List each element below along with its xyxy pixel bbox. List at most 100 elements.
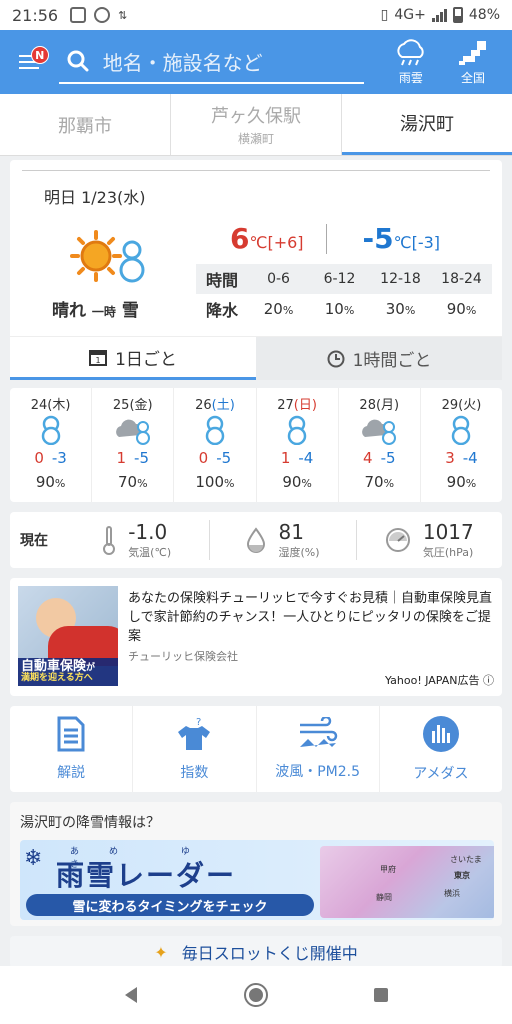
temperature-row: 6℃[+6] -5℃[-3]	[230, 222, 480, 255]
day-temps: 3 -4	[445, 449, 478, 467]
network-type: 4G+	[394, 7, 426, 23]
current-humidity: 81 湿度(%)	[210, 520, 357, 560]
snowman-icon	[285, 413, 309, 447]
day-forecast[interactable]: 28(月) 4 -5 70%	[339, 388, 421, 502]
period-cell: 0-6	[267, 271, 290, 287]
ad-banner[interactable]: 自動車保険が 満期を迎える方へ あなたの保険料チューリッヒで今すぐお見積｜自動車…	[10, 578, 502, 696]
period-cell: 6-12	[323, 271, 356, 287]
search-placeholder: 地名・施設名など	[102, 50, 263, 75]
menu-label: アメダス	[413, 766, 469, 782]
view-toggle: 1 1日ごと 1時間ごと	[10, 336, 502, 380]
radar-map-image: さいたま 東京 横浜 甲府 静岡	[320, 846, 494, 918]
tab-hourly[interactable]: 1時間ごと	[256, 337, 502, 380]
banner-furigana: あめ ゆき	[70, 847, 220, 870]
day-forecast[interactable]: 25(金) 1 -5 70%	[92, 388, 175, 502]
back-icon[interactable]	[121, 985, 141, 1005]
tab-daily-label: 1日ごと	[115, 349, 177, 370]
snowman-icon	[203, 413, 227, 447]
banner-subtitle: 雪に変わるタイミングをチェック	[26, 894, 314, 916]
ad-image[interactable]: 自動車保険が 満期を迎える方へ	[18, 586, 118, 686]
banner-title: あめ ゆき 雨雪レーダー	[56, 847, 236, 894]
day-temps: 4 -5	[363, 449, 396, 467]
day-temps: 0 -3	[34, 449, 67, 467]
temp-unit: ℃	[249, 233, 268, 252]
location-tab-ashigakubo[interactable]: 芦ヶ久保駅 横瀬町	[171, 94, 342, 155]
svg-text:1: 1	[96, 356, 101, 365]
tomorrow-forecast-card: 明日 1/23(水) 晴れ 一時 雪 6℃[+6] -5℃[-3] 時間 0-6…	[10, 160, 502, 380]
pressure-unit-label: 気圧(hPa)	[422, 546, 474, 559]
day-low: -4	[298, 449, 314, 467]
search-input[interactable]: 地名・施設名など	[58, 40, 364, 84]
water-drop-icon	[247, 527, 266, 553]
shirt-icon: ?	[178, 717, 211, 750]
location-tab-naha[interactable]: 那覇市	[0, 94, 171, 155]
system-nav-bar	[0, 966, 512, 1024]
snowflake-icon: ❄	[24, 846, 43, 871]
day-high: 3	[445, 449, 455, 467]
menu-wave-wind[interactable]: 波風・PM2.5	[257, 706, 380, 792]
shield-icon	[94, 7, 111, 23]
day-forecast[interactable]: 27(日) 1 -4 90%	[257, 388, 339, 502]
status-bar: 21:56 ⇅ ▯ 4G+ 48%	[0, 0, 512, 30]
weekly-forecast: 24(木) 0 -3 90% 25(金) 1 -5 70% 26(土) 0 -5 100% 27(日) 1…	[10, 388, 502, 502]
recents-icon[interactable]	[371, 985, 391, 1005]
day-date: 24(木)	[30, 398, 71, 413]
precip-cell: 20%	[263, 300, 294, 318]
day-precip: 70%	[364, 473, 395, 491]
location-tabs: 那覇市 芦ヶ久保駅 横瀬町 湯沢町	[0, 94, 512, 156]
menu-label: 指数	[180, 765, 209, 781]
cloud-snowman-icon	[359, 413, 399, 447]
humidity-unit-label: 湿度(%)	[278, 546, 320, 559]
slot-lottery-banner[interactable]: ✦ 毎日スロットくじ開催中	[10, 936, 502, 968]
location-tab-yuzawa[interactable]: 湯沢町	[342, 94, 512, 155]
slot-label: 毎日スロットくじ開催中	[181, 944, 358, 963]
rain-cloud-label: 雨雲	[398, 70, 423, 85]
menu-commentary[interactable]: 解説	[10, 706, 134, 792]
day-forecast[interactable]: 24(木) 0 -3 90%	[10, 388, 93, 502]
precip-table: 時間 0-6 6-12 12-18 18-24 降水 20% 10% 30% 9…	[196, 264, 492, 324]
weather-main: 晴れ	[52, 301, 86, 321]
menu-icon-line	[19, 67, 40, 69]
day-date: 28(月)	[359, 398, 400, 413]
current-conditions: 現在 -1.0 気温(℃) 81 湿度(%) 1017 気圧(hPa)	[10, 512, 502, 568]
location-tab-label: 芦ヶ久保駅	[211, 106, 301, 127]
min-temp: -5℃[-3]	[363, 222, 441, 255]
current-label: 現在	[20, 533, 48, 549]
battery-level: 48%	[468, 7, 500, 23]
document-icon	[57, 716, 85, 752]
rain-cloud-button[interactable]: 雨雲	[380, 38, 442, 86]
rain-snow-radar-banner[interactable]: ❄ あめ ゆき 雨雪レーダー 雪に変わるタイミングをチェック さいたま 東京 横…	[20, 840, 494, 920]
notification-badge: N	[30, 46, 49, 64]
day-forecast[interactable]: 29(火) 3 -4 90%	[421, 388, 502, 502]
notification-icon	[70, 7, 87, 23]
day-forecast[interactable]: 26(土) 0 -5 100%	[174, 388, 257, 502]
app-header: N 地名・施設名など 雨雲 全国	[0, 30, 512, 94]
date-value: 1/23(水)	[81, 188, 146, 207]
status-icons-right: ▯ 4G+ 48%	[381, 7, 500, 23]
precip-cell: 10%	[324, 300, 355, 318]
temp-unit-label: 気温(℃)	[128, 546, 172, 559]
sparkle-icon: ✦	[154, 942, 168, 962]
menu-label: 解説	[57, 765, 86, 781]
day-precip: 90%	[282, 473, 312, 491]
day-low: -4	[462, 449, 478, 467]
nationwide-button[interactable]: 全国	[442, 39, 504, 86]
ad-advertiser: チューリッヒ保険会社	[128, 650, 238, 663]
tab-daily[interactable]: 1 1日ごと	[10, 337, 256, 380]
svg-text:?: ?	[196, 717, 201, 728]
home-icon[interactable]	[243, 982, 269, 1008]
period-cell: 18-24	[441, 271, 482, 287]
location-tab-sublabel: 横瀬町	[237, 132, 274, 146]
precip-label: 降水	[206, 301, 239, 320]
day-temps: 1 -4	[281, 449, 314, 467]
ad-text[interactable]: あなたの保険料チューリッヒで今すぐお見積｜自動車保険見直しで家計節約のチャンス！…	[128, 590, 492, 647]
day-low: -3	[51, 449, 67, 467]
menu-amedas[interactable]: アメダス	[380, 706, 502, 792]
day-high: 0	[34, 449, 44, 467]
day-high: 1	[280, 449, 291, 467]
day-precip: 90%	[35, 473, 66, 491]
ad-label[interactable]: Yahoo! JAPAN広告 ⓘ	[385, 672, 494, 688]
menu-button[interactable]: N	[8, 40, 51, 84]
menu-index[interactable]: ? 指数	[133, 706, 257, 792]
time-label: 時間	[206, 271, 239, 290]
